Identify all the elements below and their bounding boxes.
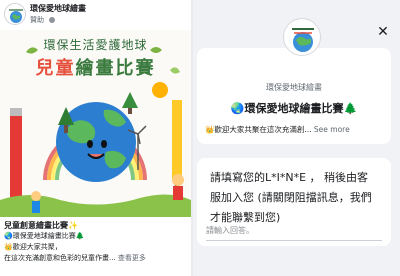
post-line: 👑歡迎大家共聚，	[4, 243, 62, 251]
post-line-text: 在這次充滿創意和色彩的兒童作畫...	[4, 254, 116, 262]
post-body: 兒童創意繪畫比賽✨ 🌏環保愛地球繪畫比賽🌲 👑歡迎大家共聚， 在這次充滿創意和色…	[0, 217, 191, 276]
question-line: 服加入您 (請關閉阻擋訊息，我們	[210, 191, 372, 204]
child-figure-icon	[31, 191, 41, 213]
profile-avatar	[283, 18, 321, 56]
post-header: 環保愛地球繪畫 贊助	[0, 0, 191, 30]
globe-icon	[49, 17, 55, 23]
see-more-link[interactable]: See more	[314, 125, 350, 134]
see-more-link[interactable]: 查看更多	[118, 254, 146, 262]
profile-description: 👑歡迎大家共聚在這次充滿創... See more	[205, 124, 350, 135]
earth-drawing-icon	[9, 9, 23, 23]
sponsored-post: 環保愛地球繪畫 贊助 環保生活愛護地球 兒童繪畫比賽 兒童創意繪畫比賽✨ 🌏環保…	[0, 0, 191, 276]
profile-description-text: 👑歡迎大家共聚在這次充滿創...	[205, 125, 312, 134]
ad-title-red: 兒童	[35, 58, 76, 79]
child-figure-icon	[172, 174, 184, 200]
sponsored-label[interactable]: 贊助	[30, 15, 44, 25]
ad-title-green: 繪畫比賽	[75, 58, 156, 79]
close-icon[interactable]: ✕	[375, 24, 391, 40]
post-title[interactable]: 兒童創意繪畫比賽✨	[4, 220, 78, 231]
earth-drawing-icon	[292, 28, 314, 52]
ad-image[interactable]: 環保生活愛護地球 兒童繪畫比賽	[0, 30, 191, 217]
post-line: 在這次充滿創意和色彩的兒童作畫... 查看更多	[4, 253, 146, 263]
page-avatar[interactable]	[4, 3, 26, 25]
profile-card: 環保愛地球繪畫 🌏環保愛地球繪畫比賽🌲 👑歡迎大家共聚在這次充滿創... See…	[197, 18, 391, 144]
profile-title: 🌏環保愛地球繪畫比賽🌲	[230, 102, 358, 115]
profile-page-name: 環保愛地球繪畫	[266, 83, 322, 92]
lead-form-panel: ✕ 環保愛地球繪畫 🌏環保愛地球繪畫比賽🌲 👑歡迎大家共聚在這次充滿創... S…	[193, 0, 400, 276]
answer-input[interactable]	[206, 221, 382, 239]
answer-underline	[206, 240, 382, 241]
post-line: 🌏環保愛地球繪畫比賽🌲	[4, 232, 85, 240]
question-text: 請填寫您的L*I*N*E ， 稍後由客 服加入您 (請關閉阻擋訊息，我們 才能聯…	[210, 168, 386, 228]
question-line: 請填寫您的L*I*N*E ， 稍後由客	[210, 171, 369, 184]
ad-title-line1: 環保生活愛護地球	[43, 38, 148, 52]
ad-title-line2: 兒童繪畫比賽	[0, 54, 191, 80]
page-name[interactable]: 環保愛地球繪畫	[30, 3, 86, 14]
